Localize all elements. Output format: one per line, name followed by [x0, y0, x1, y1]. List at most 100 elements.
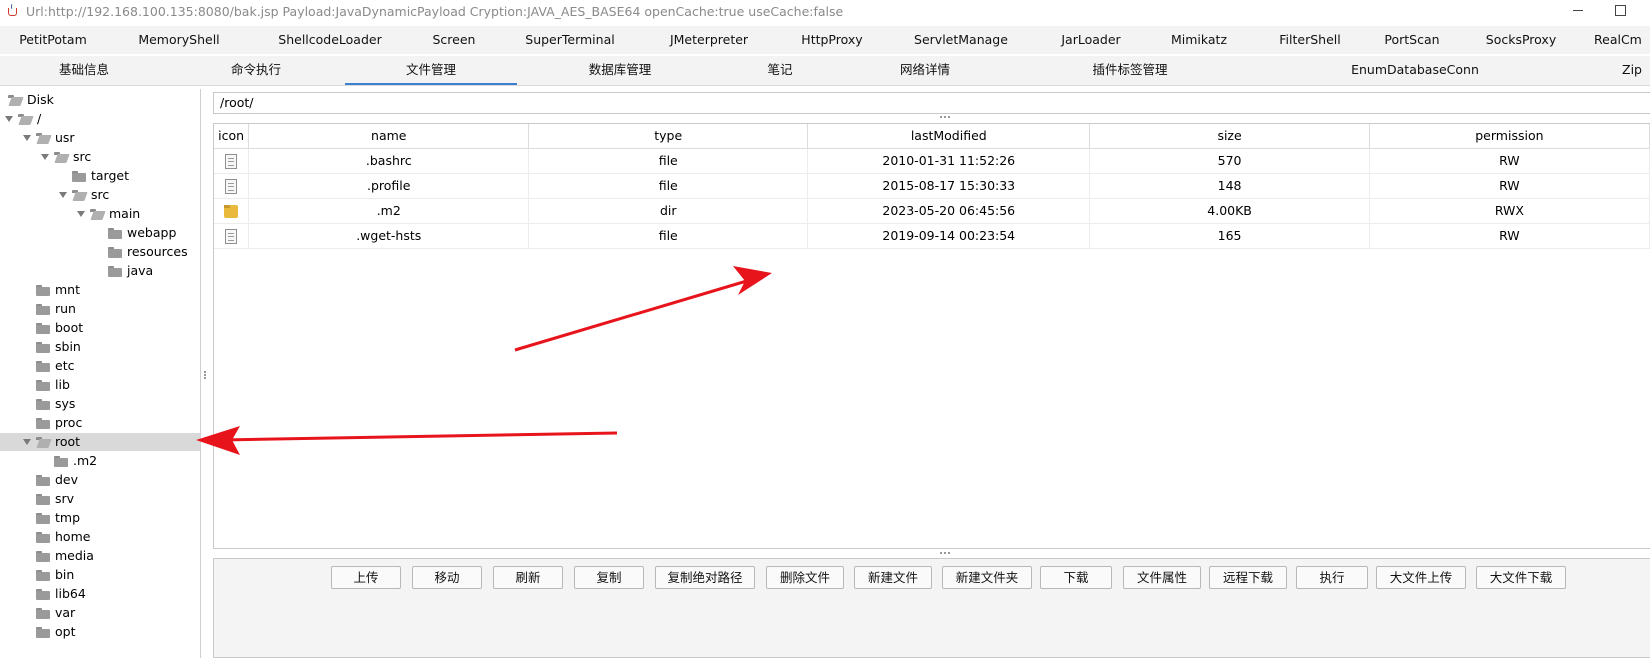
folder-icon: [36, 322, 50, 334]
column-header-size[interactable]: size: [1089, 124, 1370, 149]
column-header-type[interactable]: type: [528, 124, 809, 149]
delete-file-button[interactable]: 删除文件: [766, 566, 844, 589]
tab-command-exec[interactable]: 命令执行: [172, 56, 340, 85]
tab-petitpotam[interactable]: PetitPotam: [0, 26, 106, 54]
refresh-button[interactable]: 刷新: [493, 566, 563, 589]
tree-node[interactable]: run: [22, 300, 76, 318]
expand-toggle-icon[interactable]: [40, 148, 50, 166]
tree-node[interactable]: lib64: [22, 585, 86, 603]
tab-socksproxy[interactable]: SocksProxy: [1470, 26, 1572, 54]
tree-node-label: java: [127, 263, 154, 278]
expand-toggle-icon[interactable]: [4, 110, 14, 128]
table-row[interactable]: .wget-hsts file 2019-09-14 00:23:54 165 RW: [214, 223, 1650, 249]
column-header-icon[interactable]: icon: [214, 124, 250, 149]
tree-node[interactable]: boot: [22, 319, 83, 337]
tab-network-details[interactable]: 网络详情: [850, 56, 1000, 85]
tab-filtershell[interactable]: FilterShell: [1264, 26, 1356, 54]
minimize-icon[interactable]: [1570, 2, 1586, 18]
expand-toggle-icon[interactable]: [22, 433, 32, 451]
tab-basic-info[interactable]: 基础信息: [0, 56, 168, 85]
tree-node[interactable]: sys: [22, 395, 75, 413]
upload-button[interactable]: 上传: [331, 566, 401, 589]
tab-servletmanage[interactable]: ServletManage: [897, 26, 1025, 54]
tab-enum-database-conn[interactable]: EnumDatabaseConn: [1300, 56, 1530, 85]
tree-node[interactable]: java: [94, 262, 153, 280]
icon-cell: [214, 173, 250, 199]
large-file-download-button[interactable]: 大文件下载: [1476, 566, 1566, 589]
execute-button[interactable]: 执行: [1296, 566, 1368, 589]
tree-node[interactable]: /: [4, 110, 41, 128]
vertical-splitter-handle[interactable]: [203, 370, 207, 384]
tree-node[interactable]: bin: [22, 566, 74, 584]
tree-node[interactable]: etc: [22, 357, 74, 375]
tab-realcm[interactable]: RealCm: [1594, 26, 1650, 54]
table-row[interactable]: .profile file 2015-08-17 15:30:33 148 RW: [214, 173, 1650, 199]
column-header-last-modified[interactable]: lastModified: [807, 124, 1091, 149]
expand-toggle-icon[interactable]: [22, 129, 32, 147]
expand-toggle-icon[interactable]: [76, 205, 86, 223]
tree-node[interactable]: usr: [22, 129, 75, 147]
tree-node[interactable]: target: [58, 167, 129, 185]
path-input[interactable]: /root/: [213, 92, 1650, 114]
tree-node[interactable]: lib: [22, 376, 70, 394]
tab-superterminal[interactable]: SuperTerminal: [510, 26, 630, 54]
tab-httpproxy[interactable]: HttpProxy: [788, 26, 876, 54]
expand-toggle-icon[interactable]: [58, 186, 68, 204]
tree-node[interactable]: tmp: [22, 509, 80, 527]
tab-file-manager[interactable]: 文件管理: [345, 56, 517, 85]
upper-splitter-handle[interactable]: [940, 116, 950, 120]
tree-node-label: lib64: [55, 586, 86, 601]
tree-node[interactable]: src: [58, 186, 109, 204]
tree-node[interactable]: sbin: [22, 338, 81, 356]
tab-database-manager[interactable]: 数据库管理: [530, 56, 710, 85]
tree-node[interactable]: Disk: [4, 91, 54, 109]
tab-plugin-tag-manager[interactable]: 插件标签管理: [1020, 56, 1240, 85]
tree-node[interactable]: main: [76, 205, 140, 223]
tab-memoryshell[interactable]: MemoryShell: [120, 26, 238, 54]
cell-size: 148: [1089, 173, 1370, 199]
tree-node[interactable]: resources: [94, 243, 188, 261]
main-tab-bar: 基础信息 命令执行 文件管理 数据库管理 笔记 网络详情 插件标签管理 Enum…: [0, 56, 1650, 86]
file-properties-button[interactable]: 文件属性: [1123, 566, 1201, 589]
tab-zip[interactable]: Zip: [1600, 56, 1650, 85]
tree-node[interactable]: srv: [22, 490, 74, 508]
tree-node[interactable]: src: [40, 148, 91, 166]
tree-node[interactable]: opt: [22, 623, 75, 641]
copy-absolute-path-button[interactable]: 复制绝对路径: [655, 566, 755, 589]
tree-node[interactable]: root: [0, 433, 200, 451]
tab-screen[interactable]: Screen: [418, 26, 490, 54]
maximize-icon[interactable]: [1612, 2, 1628, 18]
table-row[interactable]: .m2 dir 2023-05-20 06:45:56 4.00KB RWX: [214, 198, 1650, 224]
tree-node[interactable]: home: [22, 528, 90, 546]
tree-node[interactable]: proc: [22, 414, 82, 432]
tree-node[interactable]: var: [22, 604, 75, 622]
remote-download-button[interactable]: 远程下载: [1209, 566, 1287, 589]
tab-jarloader[interactable]: JarLoader: [1047, 26, 1135, 54]
tree-node[interactable]: dev: [22, 471, 78, 489]
folder-icon: [36, 341, 50, 353]
tab-mimikatz[interactable]: Mimikatz: [1156, 26, 1242, 54]
tab-portscan[interactable]: PortScan: [1372, 26, 1452, 54]
tab-jmeterpreter[interactable]: JMeterpreter: [651, 26, 767, 54]
move-button[interactable]: 移动: [412, 566, 482, 589]
new-folder-button[interactable]: 新建文件夹: [942, 566, 1032, 589]
copy-button[interactable]: 复制: [574, 566, 644, 589]
new-file-button[interactable]: 新建文件: [854, 566, 932, 589]
download-button[interactable]: 下载: [1040, 566, 1112, 589]
folder-icon: [54, 455, 68, 467]
tree-node[interactable]: media: [22, 547, 94, 565]
column-header-permission[interactable]: permission: [1369, 124, 1650, 149]
tree-node[interactable]: mnt: [22, 281, 80, 299]
tab-shellcodeloader[interactable]: ShellcodeLoader: [261, 26, 399, 54]
tree-node[interactable]: .m2: [40, 452, 97, 470]
tab-notes[interactable]: 笔记: [720, 56, 840, 85]
tree-node[interactable]: webapp: [94, 224, 176, 242]
column-header-name[interactable]: name: [248, 124, 530, 149]
table-row[interactable]: .bashrc file 2010-01-31 11:52:26 570 RW: [214, 148, 1650, 174]
large-file-upload-button[interactable]: 大文件上传: [1376, 566, 1466, 589]
lower-splitter-handle[interactable]: [940, 552, 950, 556]
cell-type: file: [528, 173, 809, 199]
